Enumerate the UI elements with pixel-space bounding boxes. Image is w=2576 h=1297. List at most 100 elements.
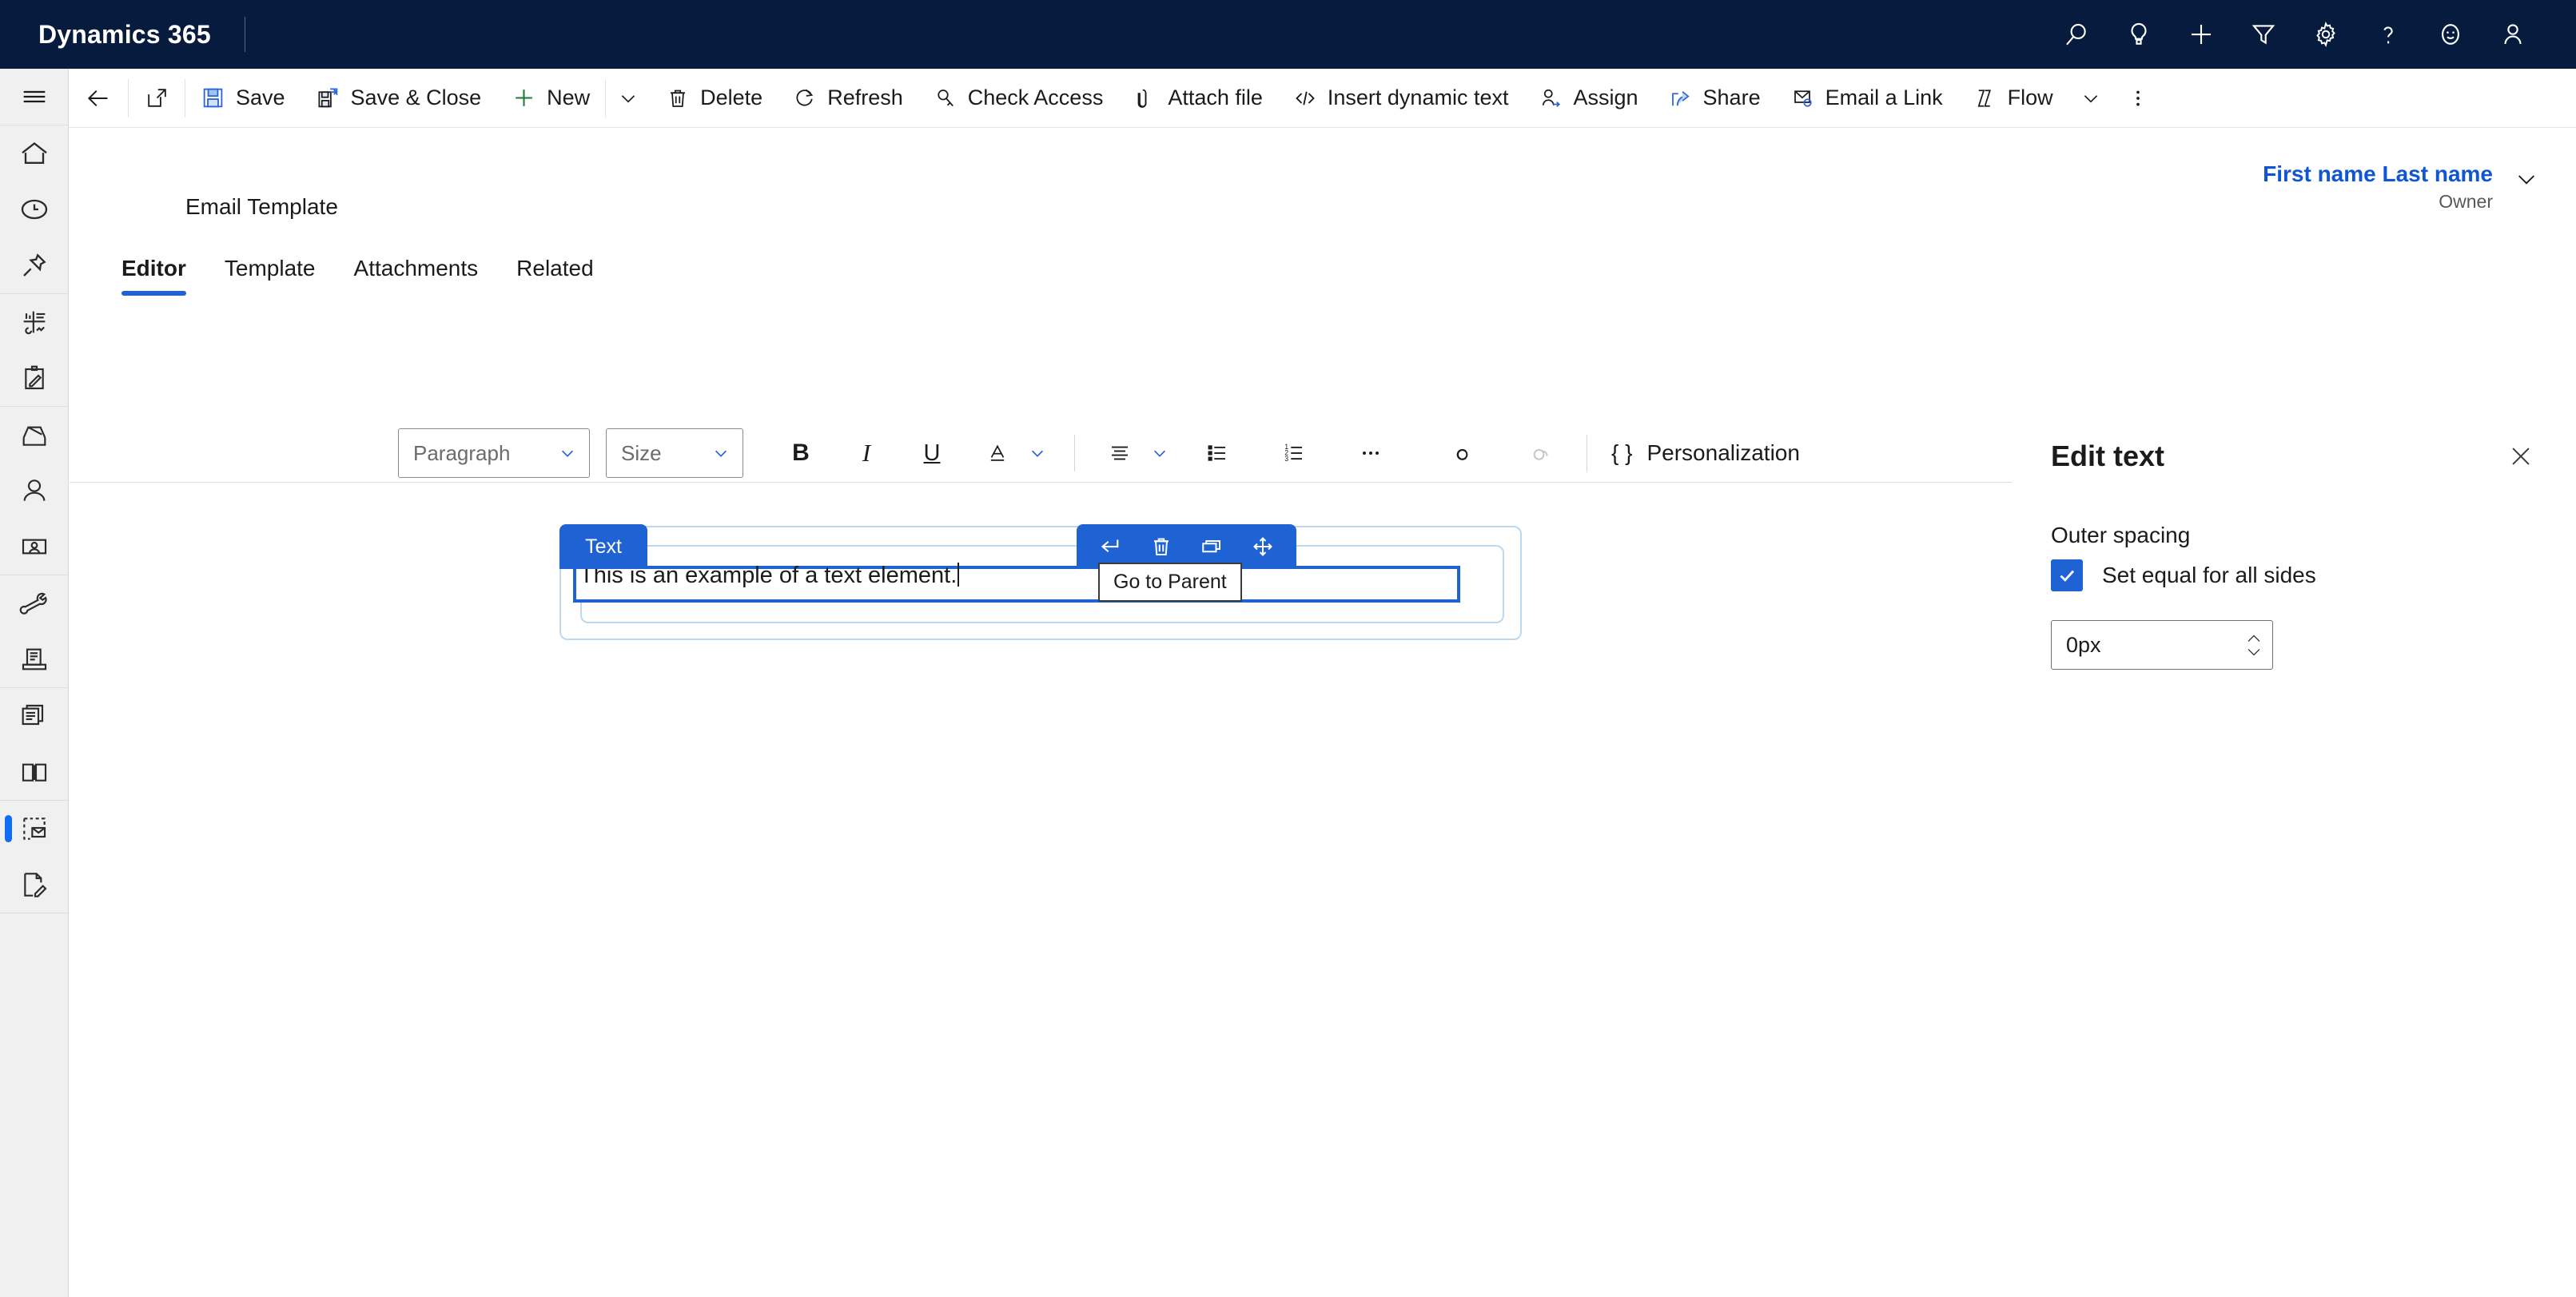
italic-button[interactable]: I bbox=[842, 428, 890, 478]
popout-icon[interactable] bbox=[129, 69, 185, 128]
email-a-link-button[interactable]: Email a Link bbox=[1776, 69, 1958, 128]
tab-related-label: Related bbox=[516, 256, 594, 280]
sidebar-item-recent[interactable] bbox=[0, 181, 69, 237]
chevron-down-icon[interactable] bbox=[2514, 166, 2539, 196]
more-options-button[interactable] bbox=[1347, 428, 1395, 478]
attach-file-button[interactable]: Attach file bbox=[1118, 69, 1278, 128]
insert-link-button[interactable] bbox=[1441, 428, 1489, 478]
email-link-icon bbox=[1791, 86, 1815, 110]
assign-button[interactable]: Assign bbox=[1523, 69, 1653, 128]
app-bar: Dynamics 365 bbox=[0, 0, 2576, 69]
hamburger-icon[interactable] bbox=[0, 69, 69, 125]
stepper-arrows bbox=[2245, 633, 2263, 658]
check-access-button[interactable]: Check Access bbox=[918, 69, 1119, 128]
font-size-select[interactable]: Size bbox=[606, 428, 743, 478]
tab-attachments[interactable]: Attachments bbox=[335, 256, 498, 296]
font-color-chevron-down-icon[interactable] bbox=[1021, 428, 1053, 478]
personalization-label: Personalization bbox=[1646, 440, 1800, 465]
tab-editor[interactable]: Editor bbox=[102, 256, 205, 296]
chevron-down-icon bbox=[559, 444, 576, 462]
personalization-button[interactable]: { } Personalization bbox=[1608, 440, 1800, 466]
appbar-icon-group bbox=[2045, 0, 2576, 69]
save-and-close-label: Save & Close bbox=[350, 86, 482, 109]
font-size-value: Size bbox=[621, 440, 662, 465]
overflow-menu-icon[interactable] bbox=[2113, 69, 2163, 128]
search-icon[interactable] bbox=[2045, 0, 2108, 69]
owner-texts: First name Last name Owner bbox=[2263, 160, 2493, 213]
sidebar-item-activities[interactable] bbox=[0, 350, 69, 406]
smiley-icon[interactable] bbox=[2419, 0, 2482, 69]
filter-icon[interactable] bbox=[2232, 0, 2295, 69]
sidebar-item-home[interactable] bbox=[0, 125, 69, 181]
paragraph-style-select[interactable]: Paragraph bbox=[398, 428, 590, 478]
sidebar-item-email-templates[interactable] bbox=[0, 801, 69, 857]
bold-button[interactable]: B bbox=[777, 428, 825, 478]
refresh-label: Refresh bbox=[827, 86, 903, 109]
braces-icon: { } bbox=[1611, 440, 1633, 465]
sidebar-item-contacts[interactable] bbox=[0, 463, 69, 519]
element-type-badge: Text bbox=[559, 524, 647, 569]
outer-spacing-label: Outer spacing bbox=[2051, 523, 2191, 547]
sidebar-item-pinned[interactable] bbox=[0, 237, 69, 293]
toolbar-divider bbox=[1074, 435, 1075, 471]
sidebar-item-marketing[interactable] bbox=[0, 631, 69, 687]
code-icon bbox=[1293, 86, 1317, 110]
command-bar: Save Save & Close New Delete Refresh Che… bbox=[69, 69, 2576, 128]
sidebar-item-library[interactable] bbox=[0, 744, 69, 800]
align-chevron-down-icon[interactable] bbox=[1144, 428, 1176, 478]
tab-template[interactable]: Template bbox=[205, 256, 335, 296]
bullet-list-button[interactable] bbox=[1193, 428, 1241, 478]
refresh-button[interactable]: Refresh bbox=[778, 69, 918, 128]
paragraph-style-value: Paragraph bbox=[413, 440, 511, 465]
gear-icon[interactable] bbox=[2295, 0, 2357, 69]
sidebar-item-dashboards[interactable] bbox=[0, 294, 69, 350]
assign-label: Assign bbox=[1573, 86, 1638, 109]
flow-chevron-down-icon[interactable] bbox=[2068, 69, 2113, 128]
underline-button[interactable]: U bbox=[908, 428, 956, 478]
sidebar-item-leads[interactable] bbox=[0, 519, 69, 575]
set-equal-checkbox[interactable] bbox=[2051, 559, 2083, 591]
lightbulb-icon[interactable] bbox=[2108, 0, 2170, 69]
move-element-button[interactable] bbox=[1241, 524, 1284, 569]
plus-icon[interactable] bbox=[2170, 0, 2232, 69]
tab-related[interactable]: Related bbox=[497, 256, 613, 296]
new-chevron-down-icon[interactable] bbox=[606, 69, 651, 128]
left-rail bbox=[0, 69, 69, 1297]
delete-button[interactable]: Delete bbox=[651, 69, 778, 128]
person-icon[interactable] bbox=[2482, 0, 2544, 69]
close-icon[interactable] bbox=[2507, 443, 2534, 470]
save-and-close-button[interactable]: Save & Close bbox=[301, 69, 497, 128]
share-button[interactable]: Share bbox=[1654, 69, 1776, 128]
font-color-button[interactable] bbox=[973, 428, 1021, 478]
flow-button[interactable]: Flow bbox=[1958, 69, 2068, 128]
new-button[interactable]: New bbox=[496, 69, 605, 128]
app-brand[interactable]: Dynamics 365 bbox=[0, 20, 211, 50]
back-arrow-icon[interactable] bbox=[69, 69, 128, 128]
sidebar-item-segments[interactable] bbox=[0, 407, 69, 463]
save-button[interactable]: Save bbox=[185, 69, 301, 128]
email-canvas[interactable]: This is an example of a text element. Te… bbox=[70, 483, 2012, 1297]
align-button[interactable] bbox=[1096, 428, 1144, 478]
owner-name[interactable]: First name Last name bbox=[2263, 160, 2493, 188]
numbered-list-button[interactable]: 123 bbox=[1270, 428, 1318, 478]
flow-label: Flow bbox=[2007, 86, 2053, 109]
save-close-icon bbox=[316, 86, 340, 110]
sidebar-item-customer-journeys[interactable] bbox=[0, 575, 69, 631]
email-a-link-label: Email a Link bbox=[1825, 86, 1943, 109]
trash-icon bbox=[666, 86, 690, 110]
attach-file-label: Attach file bbox=[1168, 86, 1263, 109]
share-label: Share bbox=[1702, 86, 1761, 109]
sidebar-item-marketing-forms[interactable] bbox=[0, 857, 69, 913]
insert-dynamic-text-button[interactable]: Insert dynamic text bbox=[1278, 69, 1524, 128]
stepper-down-icon[interactable] bbox=[2245, 647, 2263, 658]
stepper-up-icon[interactable] bbox=[2245, 633, 2263, 644]
new-label: New bbox=[547, 86, 591, 109]
save-label: Save bbox=[236, 86, 285, 109]
text-element[interactable]: This is an example of a text element. bbox=[573, 563, 1460, 603]
outer-spacing-stepper[interactable]: 0px bbox=[2051, 620, 2273, 670]
question-icon[interactable] bbox=[2357, 0, 2419, 69]
panel-title: Edit text bbox=[2051, 440, 2165, 472]
properties-panel: Edit text Outer spacing Set equal for al… bbox=[2013, 352, 2576, 1297]
outer-spacing-value: 0px bbox=[2066, 632, 2101, 657]
sidebar-item-marketing-pages[interactable] bbox=[0, 688, 69, 744]
